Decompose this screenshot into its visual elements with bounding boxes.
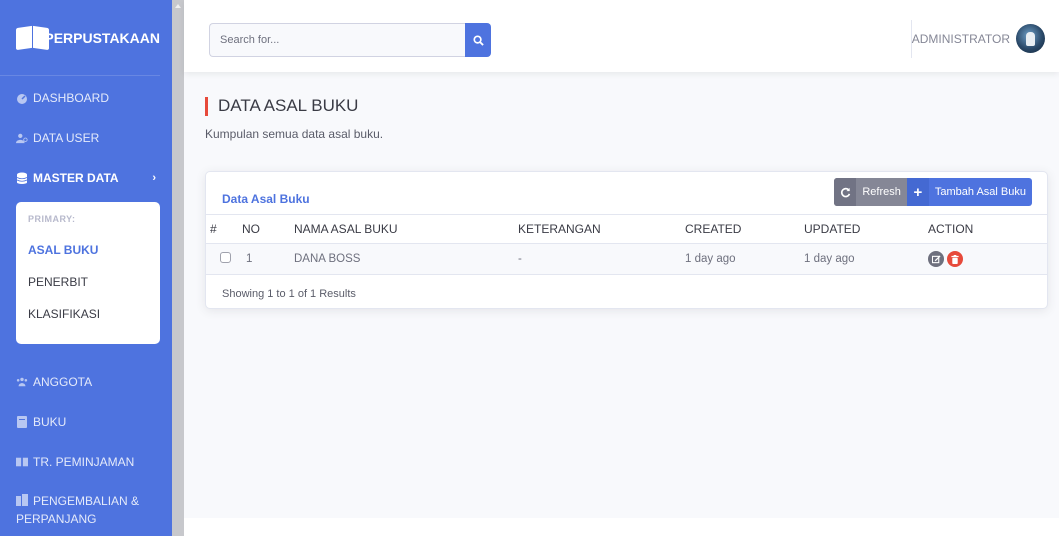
page-title-text: DATA ASAL BUKU bbox=[218, 96, 359, 115]
table-row: 1 DANA BOSS - 1 day ago 1 day ago bbox=[206, 243, 1047, 275]
refresh-icon bbox=[840, 187, 851, 197]
submenu-header: PRIMARY: bbox=[28, 214, 76, 224]
sidebar-item-master-data[interactable]: MASTER DATA › bbox=[0, 158, 172, 198]
col-header-keterangan[interactable]: KETERANGAN bbox=[518, 214, 685, 244]
members-icon bbox=[16, 377, 28, 387]
search-bar bbox=[209, 23, 491, 57]
sidebar: PERPUSTAKAAN DASHBOARD DATA USER MASTER … bbox=[0, 0, 172, 536]
row-checkbox[interactable] bbox=[220, 252, 231, 263]
col-header-no[interactable]: NO bbox=[242, 214, 294, 244]
brand-name: PERPUSTAKAAN bbox=[44, 29, 160, 46]
master-data-submenu: PRIMARY: ASAL BUKU PENERBIT KLASIFIKASI bbox=[16, 202, 160, 344]
sidebar-scrollbar[interactable] bbox=[172, 0, 184, 536]
sidebar-item-data-user[interactable]: DATA USER bbox=[0, 118, 172, 158]
trash-icon bbox=[951, 254, 959, 264]
submenu-item-klasifikasi[interactable]: KLASIFIKASI bbox=[16, 298, 160, 330]
scroll-up-arrow-icon[interactable] bbox=[175, 4, 181, 8]
loan-icon bbox=[16, 457, 28, 467]
sidebar-item-label: DASHBOARD bbox=[33, 91, 110, 105]
card-title: Data Asal Buku bbox=[222, 192, 310, 206]
sidebar-item-anggota[interactable]: ANGGOTA bbox=[0, 362, 172, 402]
refresh-label: Refresh bbox=[862, 186, 901, 198]
card-actions: Refresh + Tambah Asal Buku bbox=[834, 178, 1032, 206]
brand[interactable]: PERPUSTAKAAN bbox=[0, 0, 160, 76]
cell-created: 1 day ago bbox=[685, 243, 804, 275]
search-button[interactable] bbox=[465, 23, 491, 57]
col-header-action: ACTION bbox=[928, 214, 1047, 244]
user-menu[interactable]: ADMINISTRATOR bbox=[912, 24, 1045, 53]
page-title: DATA ASAL BUKU bbox=[205, 96, 358, 116]
database-icon bbox=[16, 172, 28, 184]
sidebar-item-label: TR. PEMINJAMAN bbox=[33, 455, 135, 469]
col-header-nama[interactable]: NAMA ASAL BUKU bbox=[294, 214, 518, 244]
page-subtitle: Kumpulan semua data asal buku. bbox=[205, 127, 384, 141]
users-icon bbox=[16, 133, 28, 144]
refresh-button[interactable]: Refresh bbox=[834, 178, 907, 206]
sidebar-item-buku[interactable]: BUKU bbox=[0, 402, 172, 442]
title-accent-bar bbox=[205, 96, 208, 116]
sidebar-item-label: MASTER DATA bbox=[33, 171, 119, 185]
table-header-row: # NO NAMA ASAL BUKU KETERANGAN CREATED U… bbox=[206, 214, 1047, 244]
data-card: Data Asal Buku Refresh + Tambah Asal Buk… bbox=[205, 171, 1048, 309]
submenu-item-penerbit[interactable]: PENERBIT bbox=[16, 266, 160, 298]
col-header-hash[interactable]: # bbox=[206, 214, 242, 244]
add-label: Tambah Asal Buku bbox=[934, 186, 1026, 198]
dashboard-icon bbox=[17, 94, 27, 104]
add-asal-buku-button[interactable]: + Tambah Asal Buku bbox=[906, 178, 1032, 206]
avatar bbox=[1016, 24, 1045, 53]
sidebar-item-label: PENGEMBALIAN & PERPANJANG bbox=[16, 494, 140, 526]
delete-button[interactable] bbox=[947, 251, 963, 267]
edit-icon bbox=[931, 254, 941, 263]
book-icon bbox=[17, 416, 27, 428]
sidebar-item-label: ANGGOTA bbox=[33, 375, 93, 389]
user-name: ADMINISTRATOR bbox=[911, 31, 1010, 46]
cell-no: 1 bbox=[242, 243, 294, 275]
page-footer bbox=[184, 518, 1059, 536]
submenu-item-asal-buku[interactable]: ASAL BUKU bbox=[16, 234, 160, 266]
col-header-created[interactable]: CREATED bbox=[685, 214, 804, 244]
sidebar-item-dashboard[interactable]: DASHBOARD bbox=[0, 78, 172, 118]
search-icon bbox=[472, 34, 484, 46]
topbar: ADMINISTRATOR bbox=[184, 0, 1059, 72]
book-logo-icon bbox=[16, 25, 49, 51]
plus-icon: + bbox=[906, 178, 929, 206]
return-icon bbox=[16, 494, 28, 506]
data-table: # NO NAMA ASAL BUKU KETERANGAN CREATED U… bbox=[206, 214, 1047, 275]
cell-updated: 1 day ago bbox=[804, 243, 928, 275]
edit-button[interactable] bbox=[928, 251, 944, 267]
chevron-right-icon: › bbox=[152, 172, 156, 184]
sidebar-item-label: BUKU bbox=[33, 415, 67, 429]
search-input[interactable] bbox=[209, 23, 465, 57]
cell-keterangan: - bbox=[518, 243, 685, 275]
sidebar-item-pengembalian[interactable]: PENGEMBALIAN & PERPANJANG bbox=[0, 482, 172, 536]
main-content: DATA ASAL BUKU Kumpulan semua data asal … bbox=[184, 72, 1059, 518]
row-actions bbox=[928, 251, 1047, 267]
sidebar-item-tr-peminjaman[interactable]: TR. PEMINJAMAN bbox=[0, 442, 172, 482]
table-info: Showing 1 to 1 of 1 Results bbox=[222, 288, 356, 300]
cell-nama: DANA BOSS bbox=[294, 243, 518, 275]
sidebar-item-label: DATA USER bbox=[33, 131, 100, 145]
col-header-updated[interactable]: UPDATED bbox=[804, 214, 928, 244]
